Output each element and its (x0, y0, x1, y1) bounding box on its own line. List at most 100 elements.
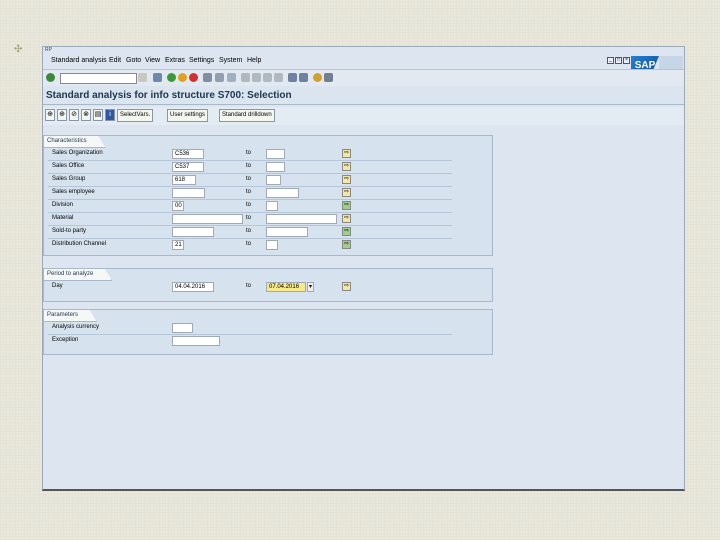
division-to-input[interactable] (266, 201, 278, 211)
find-icon[interactable] (215, 73, 224, 82)
execute-background-icon[interactable]: ⊕ (57, 109, 67, 121)
menu-edit[interactable]: Edit (109, 57, 121, 64)
menu-bar: Standard analysis Edit Goto View Extras … (43, 54, 684, 76)
to-label: to (246, 176, 252, 182)
info-icon[interactable]: i (105, 109, 115, 121)
menu-help[interactable]: Help (247, 57, 261, 64)
dropdown-icon[interactable] (138, 73, 147, 82)
exit-icon[interactable] (178, 73, 187, 82)
field-label: Exception (52, 337, 79, 343)
menu-system[interactable]: System (219, 57, 242, 64)
selection-row: Sales Group 618 to ⇨ (48, 174, 452, 187)
maximize-icon[interactable]: □ (615, 57, 622, 64)
last-page-icon[interactable] (274, 73, 283, 82)
select-vars-button[interactable]: SelectVars. (117, 109, 154, 122)
user-settings-button[interactable]: User settings (167, 109, 209, 122)
previous-page-icon[interactable] (252, 73, 261, 82)
multiple-selection-active-icon[interactable]: ⇨ (342, 240, 351, 249)
next-page-icon[interactable] (263, 73, 272, 82)
sold-to-party-from-input[interactable] (172, 227, 214, 237)
menu-settings[interactable]: Settings (189, 57, 214, 64)
to-label: to (246, 163, 252, 169)
multiple-selection-icon[interactable]: ⇨ (342, 282, 351, 291)
multiple-selection-icon[interactable]: ⇨ (342, 149, 351, 158)
save-icon[interactable] (153, 73, 162, 82)
user-settings-label: User settings (170, 112, 206, 118)
sales-group-from-input[interactable]: 618 (172, 175, 196, 185)
to-label: to (246, 283, 252, 289)
to-label: to (246, 189, 252, 195)
field-label: Sales Group (52, 176, 86, 182)
sales-group-to-input[interactable] (266, 175, 281, 185)
exception-input[interactable] (172, 336, 220, 346)
characteristics-group: Characteristics Sales Organization C536 … (43, 135, 493, 256)
sales-office-from-input[interactable]: C537 (172, 162, 204, 172)
minimize-icon[interactable]: _ (607, 57, 614, 64)
field-label: Sales employee (52, 189, 95, 195)
new-session-icon[interactable] (288, 73, 297, 82)
selection-row: Day 04.04.2016 to 07.04.2016 ▾ ⇨ (48, 281, 452, 293)
command-field[interactable] (60, 73, 137, 84)
sap-window: RP Standard analysis Edit Goto View Extr… (42, 46, 685, 491)
multiple-selection-active-icon[interactable]: ⇨ (342, 227, 351, 236)
select-vars-label: SelectVars. (120, 112, 151, 118)
multiple-selection-icon[interactable]: ⇨ (342, 214, 351, 223)
field-label: Distribution Channel (52, 241, 107, 247)
sales-office-to-input[interactable] (266, 162, 285, 172)
field-label: Sold-to party (52, 228, 87, 234)
selection-row: Distribution Channel 21 to ⇨ (48, 239, 452, 251)
day-to-input[interactable]: 07.04.2016 (266, 282, 306, 292)
selection-options-icon[interactable]: ⊘ (69, 109, 79, 121)
distribution-channel-from-input[interactable]: 21 (172, 240, 184, 250)
period-title: Period to analyze (43, 268, 112, 281)
sold-to-party-to-input[interactable] (266, 227, 308, 237)
standard-toolbar (43, 69, 684, 87)
shortcut-icon[interactable] (299, 73, 308, 82)
selection-row: Sold-to party to ⇨ (48, 226, 452, 239)
menu-view[interactable]: View (145, 57, 160, 64)
sales-organization-to-input[interactable] (266, 149, 285, 159)
parameter-row: Exception (48, 335, 452, 347)
enter-icon[interactable] (46, 73, 55, 82)
selection-row: Sales Office C537 to ⇨ (48, 161, 452, 174)
find-next-icon[interactable] (227, 73, 236, 82)
material-to-input[interactable] (266, 214, 337, 224)
layout-menu-icon[interactable] (324, 73, 333, 82)
get-variant-icon[interactable]: ⊗ (81, 109, 91, 121)
page-title: Standard analysis for info structure S70… (46, 90, 292, 101)
division-from-input[interactable]: 00 (172, 201, 184, 211)
field-label: Sales Office (52, 163, 85, 169)
menu-standard-analysis[interactable]: Standard analysis (51, 57, 107, 64)
multiple-selection-icon[interactable]: ⇨ (342, 162, 351, 171)
multiple-selection-icon[interactable]: ⇨ (342, 175, 351, 184)
first-page-icon[interactable] (241, 73, 250, 82)
save-variant-icon[interactable]: ▤ (93, 109, 103, 121)
help-icon[interactable] (313, 73, 322, 82)
standard-drilldown-button[interactable]: Standard drilldown (219, 109, 275, 122)
system-label: RP (45, 47, 52, 53)
field-label: Division (52, 202, 74, 208)
day-from-input[interactable]: 04.04.2016 (172, 282, 214, 292)
print-icon[interactable] (203, 73, 212, 82)
title-bar: RP (43, 47, 684, 54)
execute-icon[interactable]: ⊕ (45, 109, 55, 121)
sales-employee-to-input[interactable] (266, 188, 299, 198)
sales-employee-from-input[interactable] (172, 188, 205, 198)
menu-goto[interactable]: Goto (126, 57, 141, 64)
sales-organization-from-input[interactable]: C536 (172, 149, 204, 159)
calendar-help-icon[interactable]: ▾ (307, 282, 314, 292)
material-from-input[interactable] (172, 214, 243, 224)
application-toolbar: ⊕ ⊕ ⊘ ⊗ ▤ i SelectVars. User settings St… (43, 107, 684, 125)
parameter-row: Analysis currency (48, 322, 452, 335)
selection-row: Sales Organization C536 to ⇨ (48, 148, 452, 161)
cancel-icon[interactable] (189, 73, 198, 82)
menu-extras[interactable]: Extras (165, 57, 185, 64)
analysis-currency-input[interactable] (172, 323, 193, 333)
distribution-channel-to-input[interactable] (266, 240, 278, 250)
multiple-selection-icon[interactable]: ⇨ (342, 188, 351, 197)
multiple-selection-active-icon[interactable]: ⇨ (342, 201, 351, 210)
back-icon[interactable] (167, 73, 176, 82)
screen-title-bar: Standard analysis for info structure S70… (43, 86, 684, 105)
selection-row: Material to ⇨ (48, 213, 452, 226)
close-icon[interactable]: × (623, 57, 630, 64)
